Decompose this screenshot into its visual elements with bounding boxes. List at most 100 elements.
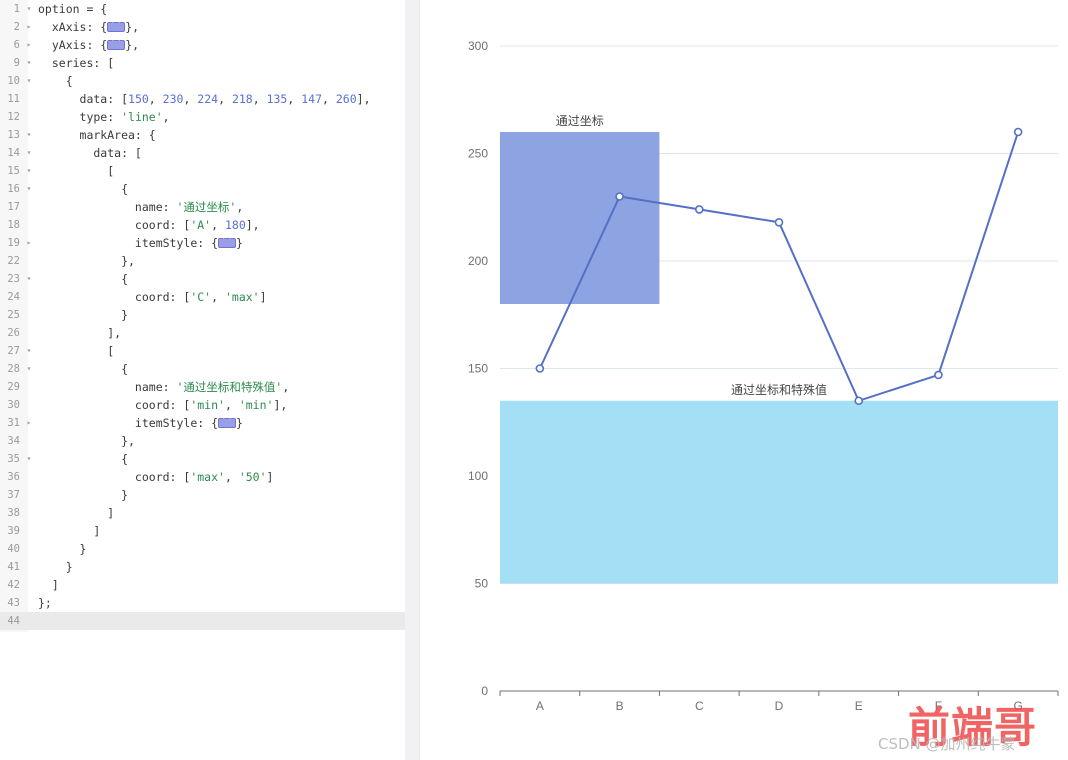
code-line-list[interactable]: 1 ▾ option = { 2 ▸ xAxis: {}, 6 ▸ yAxis: {}, 9 ▾… [0,0,405,630]
code-editor-pane[interactable]: 1 ▾ option = { 2 ▸ xAxis: {}, 6 ▸ yAxis: {}, 9 ▾… [0,0,420,760]
x-axis-tick-label: B [616,699,624,713]
line-number: 19 [7,237,20,249]
code-line[interactable]: 37 } [0,486,405,504]
code-text: ] [38,524,101,538]
code-line[interactable]: 30 coord: ['min', 'min'], [0,396,405,414]
fold-collapse-icon[interactable]: ▾ [24,162,34,180]
code-line[interactable]: 24 coord: ['C', 'max'] [0,288,405,306]
fold-expand-icon[interactable]: ▸ [24,234,34,252]
line-number: 36 [7,471,20,483]
code-text: data: [150, 230, 224, 218, 135, 147, 260… [38,92,371,106]
code-line[interactable]: 13 ▾ markArea: { [0,126,405,144]
code-line[interactable]: 41 } [0,558,405,576]
fold-expand-icon[interactable]: ▸ [24,36,34,54]
code-line[interactable]: 31 ▸ itemStyle: {} [0,414,405,432]
fold-collapse-icon[interactable]: ▾ [24,450,34,468]
code-text: ] [38,578,59,592]
line-number: 16 [7,183,20,195]
fold-expand-icon[interactable]: ▸ [24,414,34,432]
code-line[interactable]: 35 ▾ { [0,450,405,468]
code-text: } [38,542,87,556]
code-line[interactable]: 34 }, [0,432,405,450]
code-line[interactable]: 1 ▾ option = { [0,0,405,18]
line-number: 2 [13,21,20,33]
code-text: { [38,74,73,88]
code-line[interactable]: 25 } [0,306,405,324]
code-line[interactable]: 6 ▸ yAxis: {}, [0,36,405,54]
code-line[interactable]: 38 ] [0,504,405,522]
fold-collapse-icon[interactable]: ▾ [24,0,34,18]
data-point-marker[interactable] [1013,127,1023,137]
data-point-marker[interactable] [854,396,864,406]
line-number: 14 [7,147,20,159]
line-number: 29 [7,381,20,393]
fold-collapse-icon[interactable]: ▾ [24,180,34,198]
code-line[interactable]: 17 name: '通过坐标', [0,198,405,216]
code-line[interactable]: 15 ▾ [ [0,162,405,180]
echarts-chart-pane[interactable]: 0 50 100 150 200 250 300 A B C D E F G 通过坐标 通过坐标和特殊值 [420,0,1068,760]
line-number: 35 [7,453,20,465]
fold-collapse-icon[interactable]: ▾ [24,144,34,162]
code-text: coord: ['min', 'min'], [38,398,288,412]
code-line[interactable]: 16 ▾ { [0,180,405,198]
code-text: { [38,362,129,376]
fold-expand-icon[interactable]: ▸ [24,18,34,36]
line-number: 17 [7,201,20,213]
code-line[interactable]: 27 ▾ [ [0,342,405,360]
line-number: 13 [7,129,20,141]
chart-x-axis-labels: A B C D E F G [536,699,1023,713]
code-line[interactable]: 10 ▾ { [0,72,405,90]
line-number: 11 [7,93,20,105]
fold-collapse-icon[interactable]: ▾ [24,342,34,360]
folded-code-marker[interactable] [218,234,240,248]
folded-code-marker[interactable] [218,414,240,428]
line-number: 41 [7,561,20,573]
code-line[interactable]: 39 ] [0,522,405,540]
code-line[interactable]: 29 name: '通过坐标和特殊值', [0,378,405,396]
editor-vertical-scrollbar[interactable] [405,0,419,760]
x-axis-tick-label: C [695,699,704,713]
code-line[interactable]: 36 coord: ['max', '50'] [0,468,405,486]
editor-empty-area[interactable] [0,632,420,760]
code-line[interactable]: 42 ] [0,576,405,594]
code-line[interactable]: 9 ▾ series: [ [0,54,405,72]
code-line[interactable]: 43}; [0,594,405,612]
code-text: coord: ['max', '50'] [38,470,274,484]
line-number: 18 [7,219,20,231]
code-line[interactable]: 12 type: 'line', [0,108,405,126]
data-point-marker[interactable] [535,364,545,373]
line-number: 24 [7,291,20,303]
code-line[interactable]: 26 ], [0,324,405,342]
fold-collapse-icon[interactable]: ▾ [24,270,34,288]
code-text: xAxis: {}, [34,18,139,36]
fold-collapse-icon[interactable]: ▾ [24,126,34,144]
code-line[interactable]: 23 ▾ { [0,270,405,288]
x-axis-tick-label: A [536,699,544,713]
data-point-marker[interactable] [615,192,624,201]
code-line[interactable]: 11 data: [150, 230, 224, 218, 135, 147, … [0,90,405,108]
line-number: 25 [7,309,20,321]
code-line[interactable]: 40 } [0,540,405,558]
code-line[interactable]: 44 [0,612,405,630]
code-line[interactable]: 19 ▸ itemStyle: {} [0,234,405,252]
code-text: yAxis: {}, [34,36,139,54]
data-point-marker[interactable] [774,218,784,227]
y-axis-tick-label: 150 [468,362,488,376]
fold-collapse-icon[interactable]: ▾ [24,54,34,72]
code-text: { [38,452,129,466]
fold-collapse-icon[interactable]: ▾ [24,360,34,378]
code-text: }, [38,434,135,448]
code-line[interactable]: 14 ▾ data: [ [0,144,405,162]
fold-collapse-icon[interactable]: ▾ [24,72,34,90]
data-point-marker[interactable] [694,205,704,214]
folded-code-marker[interactable] [107,36,130,50]
code-line[interactable]: 28 ▾ { [0,360,405,378]
code-line[interactable]: 18 coord: ['A', 180], [0,216,405,234]
chart-mark-areas [500,132,1058,584]
y-axis-tick-label: 50 [475,577,489,591]
folded-code-marker[interactable] [107,18,130,32]
code-line[interactable]: 2 ▸ xAxis: {}, [0,18,405,36]
code-line[interactable]: 22 }, [0,252,405,270]
data-point-marker[interactable] [934,370,943,380]
code-text: [ [38,164,115,178]
